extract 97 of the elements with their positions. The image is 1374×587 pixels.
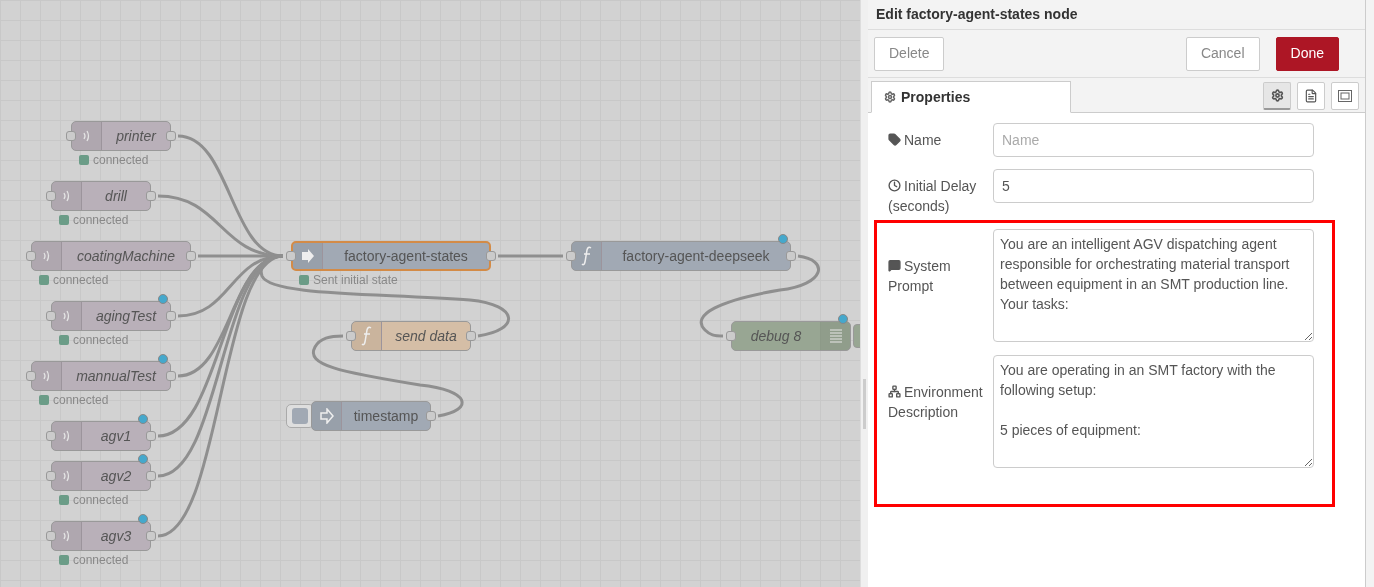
function-icon — [360, 326, 373, 346]
inject-button[interactable] — [286, 404, 314, 428]
action-button[interactable]: Delete — [874, 36, 945, 71]
output-port[interactable] — [146, 431, 156, 441]
output-port[interactable] — [146, 471, 156, 481]
settings-icon — [884, 91, 896, 103]
status-text: connected — [53, 393, 109, 407]
output-port[interactable] — [186, 251, 196, 261]
input-port[interactable] — [66, 131, 76, 141]
signal-icon — [41, 368, 52, 384]
input-port[interactable] — [26, 371, 36, 381]
input-port[interactable] — [46, 531, 56, 541]
action-button[interactable]: Cancel — [1185, 36, 1260, 71]
flow-node[interactable]: mannualTest — [31, 361, 171, 391]
speech-bubble-icon — [888, 259, 901, 272]
node-label: drill — [104, 186, 128, 206]
flow-node[interactable]: agv2 — [51, 461, 151, 491]
flow-node[interactable]: timestamp — [311, 401, 431, 431]
field-label: Name — [888, 130, 993, 150]
input-port[interactable] — [46, 311, 56, 321]
node-label: agv1 — [99, 426, 133, 446]
input-port[interactable] — [286, 251, 296, 261]
input-port[interactable] — [346, 331, 356, 341]
output-port[interactable] — [146, 191, 156, 201]
input-port[interactable] — [46, 191, 56, 201]
done-button[interactable]: Done — [1275, 36, 1339, 71]
flow-node[interactable]: drill — [51, 181, 151, 211]
status-text: connected — [53, 273, 109, 287]
signal-icon — [61, 468, 72, 484]
hierarchy-icon — [888, 385, 901, 398]
node-label: agv2 — [99, 466, 133, 486]
status-text: connected — [93, 153, 149, 167]
flow-node[interactable]: send data — [351, 321, 471, 351]
status-text: connected — [73, 493, 129, 507]
node-label: agingTest — [94, 306, 158, 326]
text-input[interactable]: 5 — [993, 169, 1314, 203]
clock-icon — [888, 179, 901, 192]
output-port[interactable] — [426, 411, 436, 421]
settings-icon — [1270, 89, 1284, 102]
text-area[interactable]: You are an intelligent AGV dispatching agent responsible for orchestrating material transport between equipment in an SMT production line. Your tasks: — [993, 229, 1314, 342]
arrow-icon — [319, 408, 334, 424]
output-port[interactable] — [146, 531, 156, 541]
output-port[interactable] — [166, 131, 176, 141]
node-label: send data — [394, 326, 458, 346]
node-label: mannualTest — [75, 366, 158, 386]
frame-icon — [1337, 89, 1353, 103]
node-label: coatingMachine — [75, 246, 177, 266]
document-icon — [1304, 89, 1318, 103]
status-text: connected — [73, 213, 129, 227]
input-port[interactable] — [46, 431, 56, 441]
flow-node[interactable]: factory-agent-states — [291, 241, 491, 271]
status-text: connected — [73, 333, 129, 347]
signal-icon — [61, 528, 72, 544]
tab-icon-button[interactable] — [1263, 82, 1291, 110]
signal-icon — [61, 188, 72, 204]
output-port[interactable] — [166, 311, 176, 321]
input-port[interactable] — [46, 471, 56, 481]
panel-title: Edit factory-agent-states node — [876, 5, 1078, 24]
status-text: Sent initial state — [313, 273, 398, 287]
signal-icon — [41, 248, 52, 264]
signal-icon — [81, 128, 92, 144]
function-icon — [580, 246, 593, 266]
list-icon — [828, 328, 843, 344]
flow-node[interactable]: agv1 — [51, 421, 151, 451]
signal-icon — [61, 428, 72, 444]
flow-node[interactable]: coatingMachine — [31, 241, 191, 271]
field-label: Environment Description — [888, 383, 984, 422]
node-label: agv3 — [99, 526, 133, 546]
splitter[interactable] — [860, 0, 868, 587]
tab[interactable]: Properties — [871, 81, 1071, 113]
output-port[interactable] — [166, 371, 176, 381]
node-label: printer — [115, 126, 158, 146]
flow-node[interactable]: printer — [71, 121, 171, 151]
output-port[interactable] — [786, 251, 796, 261]
output-port[interactable] — [486, 251, 496, 261]
flow-node[interactable]: agv3 — [51, 521, 151, 551]
flow-node[interactable]: agingTest — [51, 301, 171, 331]
node-label: factory-agent-deepseek — [621, 246, 771, 266]
field-label: Initial Delay (seconds) — [888, 177, 978, 216]
tag-icon — [888, 133, 901, 146]
node-label: debug 8 — [749, 326, 803, 346]
output-port[interactable] — [466, 331, 476, 341]
node-label: timestamp — [352, 406, 420, 426]
flow-node[interactable]: debug 8 — [731, 321, 851, 351]
input-port[interactable] — [726, 331, 736, 341]
signal-icon — [61, 308, 72, 324]
flow-node[interactable]: factory-agent-deepseek — [571, 241, 791, 271]
status-text: connected — [73, 553, 129, 567]
node-label: factory-agent-states — [343, 246, 469, 266]
tab-icon-button[interactable] — [1331, 82, 1359, 110]
input-port[interactable] — [26, 251, 36, 261]
input-port[interactable] — [566, 251, 576, 261]
tab-icon-button[interactable] — [1297, 82, 1325, 110]
text-input[interactable]: Name — [993, 123, 1314, 157]
text-area[interactable]: You are operating in an SMT factory with the following setup: 5 pieces of equipment: — [993, 355, 1314, 468]
arrow-icon — [300, 248, 315, 264]
field-label: System Prompt — [888, 257, 952, 296]
